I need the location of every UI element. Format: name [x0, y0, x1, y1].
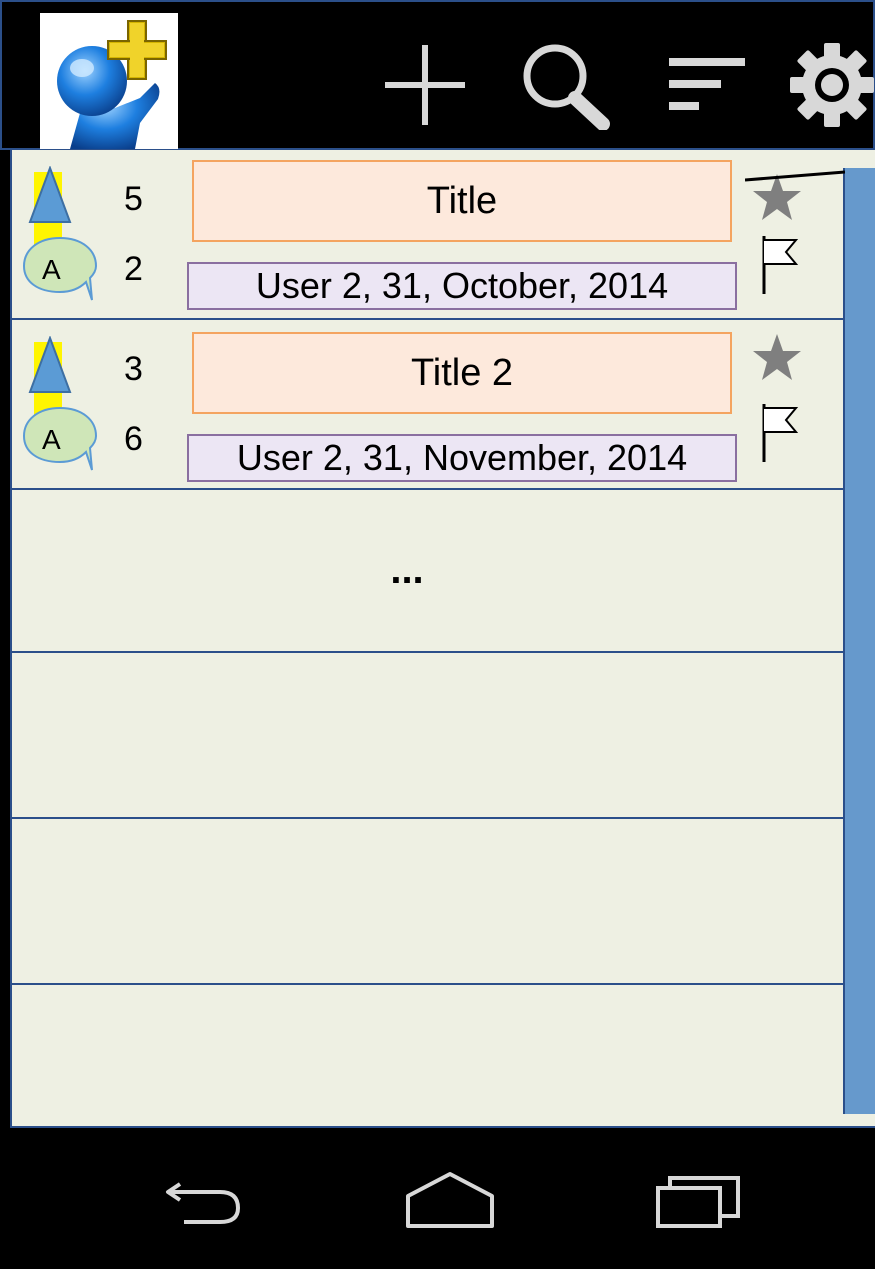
user-add-icon[interactable]: [40, 13, 178, 149]
gear-icon: [787, 40, 875, 135]
home-button[interactable]: [400, 1170, 500, 1235]
flag-icon[interactable]: [760, 234, 800, 301]
search-icon: [517, 40, 617, 135]
recent-apps-button[interactable]: [650, 1172, 745, 1232]
sort-button[interactable]: [667, 42, 747, 132]
list-item: ...: [12, 490, 875, 653]
vote-count: 5: [124, 180, 143, 218]
list-item[interactable]: [12, 653, 875, 819]
nav-bar: [0, 1132, 875, 1269]
post-title[interactable]: Title 2: [192, 332, 732, 414]
back-button[interactable]: [160, 1172, 250, 1232]
sort-icon: [667, 50, 747, 125]
answers-letter: A: [42, 424, 61, 455]
scrollbar-pointer: [745, 170, 845, 182]
list-item[interactable]: 3 A 6 Title 2 User 2, 31, November, 2014: [12, 320, 875, 490]
vote-count: 3: [124, 350, 143, 388]
search-button[interactable]: [517, 42, 617, 132]
upvote-icon[interactable]: [28, 335, 72, 399]
list-item[interactable]: [12, 819, 875, 985]
back-icon: [160, 1170, 250, 1235]
post-meta: User 2, 31, October, 2014: [187, 262, 737, 310]
answer-count: 2: [124, 250, 143, 288]
more-indicator: ...: [390, 548, 424, 592]
answers-letter: A: [42, 254, 61, 285]
recent-apps-icon: [650, 1170, 745, 1235]
home-icon: [400, 1170, 500, 1235]
plus-icon: [380, 40, 470, 135]
answer-count: 6: [124, 420, 143, 458]
post-meta: User 2, 31, November, 2014: [187, 434, 737, 482]
settings-button[interactable]: [787, 42, 875, 132]
post-list: 5 A 2 Title User 2, 31, October, 2014 3 …: [10, 150, 875, 1128]
add-button[interactable]: [380, 42, 470, 132]
scrollbar[interactable]: [843, 168, 875, 1114]
app-bar: [0, 0, 875, 150]
upvote-icon[interactable]: [28, 165, 72, 229]
star-icon[interactable]: [750, 332, 804, 387]
post-title[interactable]: Title: [192, 160, 732, 242]
flag-icon[interactable]: [760, 402, 800, 469]
list-item[interactable]: [12, 985, 875, 1126]
